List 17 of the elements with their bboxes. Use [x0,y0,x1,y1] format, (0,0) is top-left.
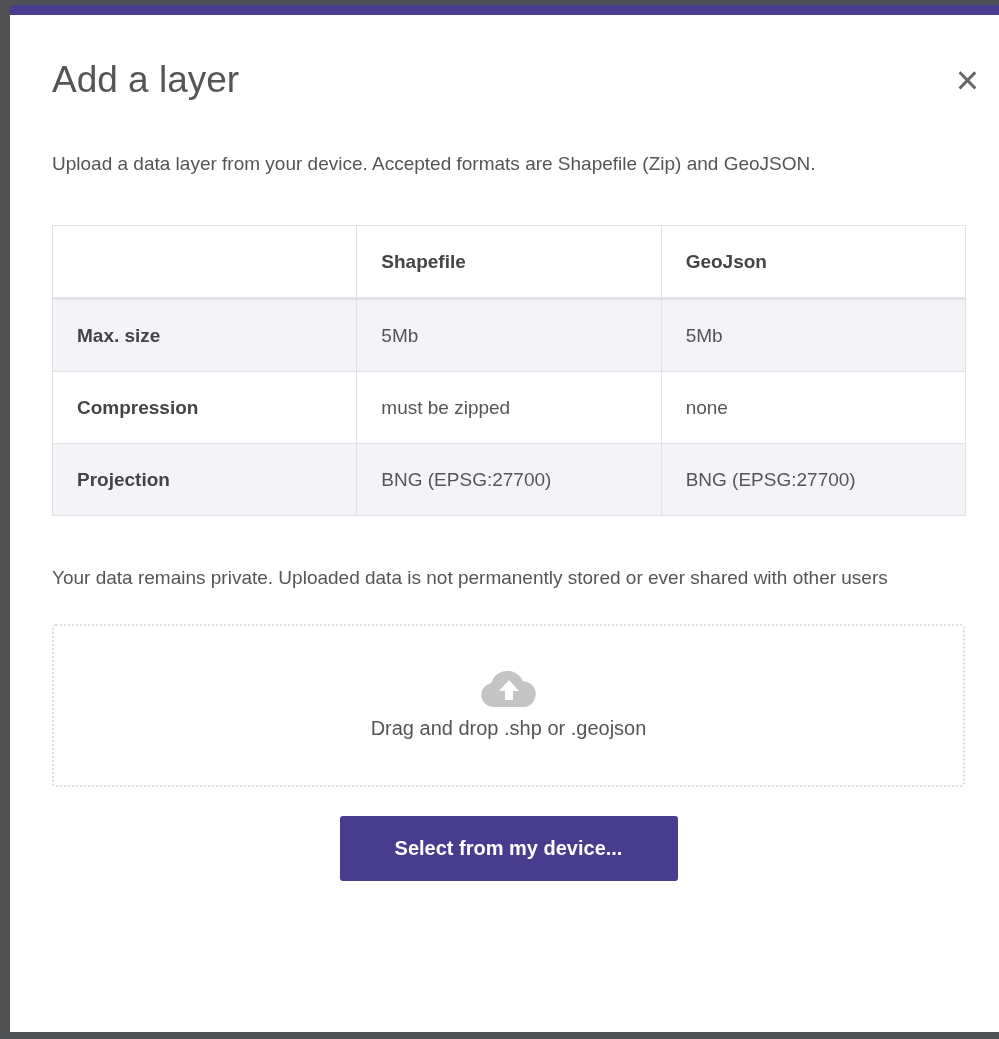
drop-zone-label: Drag and drop .shp or .geojson [370,717,647,740]
table-cell: 5Mb [356,298,662,372]
cloud-upload-icon [478,671,539,707]
dialog-title: Add a layer [52,59,240,101]
table-cell: BNG (EPSG:27700) [356,443,662,516]
row-header: Compression [52,371,357,444]
table-cell: 5Mb [661,298,966,372]
table-cell: must be zipped [356,371,662,444]
table-cell: none [661,371,966,444]
row-header: Max. size [52,298,357,372]
close-button[interactable]: × [951,60,983,100]
drop-zone[interactable]: Drag and drop .shp or .geojson [52,624,965,787]
table-cell: BNG (EPSG:27700) [661,443,966,516]
intro-text: Upload a data layer from your device. Accepted formats are Shapefile (Zip) and GeoJSON. [52,152,817,176]
privacy-text: Your data remains private. Uploaded data is not permanently stored or ever shared with other users [52,566,889,590]
row-header: Projection [52,443,357,516]
select-file-button[interactable]: Select from my device... [339,816,678,881]
